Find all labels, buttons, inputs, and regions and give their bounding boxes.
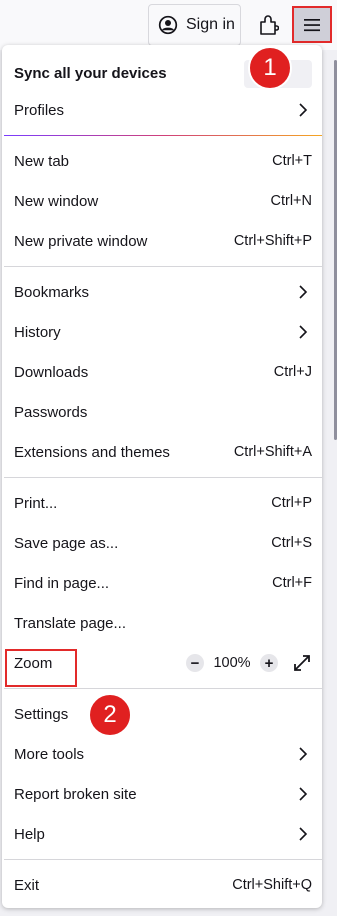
separator	[4, 477, 322, 478]
fullscreen-icon[interactable]	[292, 653, 312, 673]
menu-item-report-broken-site[interactable]: Report broken site	[2, 776, 322, 812]
exit-shortcut: Ctrl+Shift+Q	[232, 877, 312, 893]
app-menu-panel: Sync all your devices Profiles New tab C…	[2, 45, 322, 908]
menu-item-extensions-themes[interactable]: Extensions and themes Ctrl+Shift+A	[2, 434, 322, 470]
settings-highlight-box	[5, 649, 77, 687]
zoom-reset-button[interactable]: 100%	[204, 655, 260, 671]
chevron-right-icon	[299, 103, 308, 117]
separator	[4, 859, 322, 860]
menu-item-downloads[interactable]: Downloads Ctrl+J	[2, 354, 322, 390]
extensions-icon	[260, 15, 279, 35]
separator	[4, 135, 322, 136]
downloads-label: Downloads	[14, 363, 89, 381]
profiles-label: Profiles	[14, 101, 65, 119]
new-window-shortcut: Ctrl+N	[270, 193, 313, 209]
menu-item-find-in-page[interactable]: Find in page... Ctrl+F	[2, 565, 322, 601]
chevron-right-icon	[299, 325, 308, 339]
separator	[4, 688, 322, 689]
settings-label: Settings	[14, 705, 69, 723]
menu-item-new-window[interactable]: New window Ctrl+N	[2, 183, 322, 219]
zoom-in-button[interactable]: +	[260, 654, 278, 672]
find-in-page-label: Find in page...	[14, 574, 110, 592]
chevron-right-icon	[299, 747, 308, 761]
print-label: Print...	[14, 494, 58, 512]
new-tab-label: New tab	[14, 152, 70, 170]
menu-item-profiles[interactable]: Profiles	[2, 92, 322, 128]
help-label: Help	[14, 825, 45, 843]
menu-item-exit[interactable]: Exit Ctrl+Shift+Q	[2, 867, 322, 903]
new-private-window-label: New private window	[14, 232, 148, 250]
new-window-label: New window	[14, 192, 99, 210]
find-in-page-shortcut: Ctrl+F	[272, 575, 312, 591]
menu-item-settings[interactable]: Settings	[2, 696, 322, 732]
new-private-window-shortcut: Ctrl+Shift+P	[233, 233, 312, 249]
step-badge-1: 1	[248, 46, 292, 90]
translate-page-label: Translate page...	[14, 614, 127, 632]
menu-item-translate-page[interactable]: Translate page...	[2, 605, 322, 641]
more-tools-label: More tools	[14, 745, 85, 763]
menu-item-help[interactable]: Help	[2, 816, 322, 852]
extensions-themes-shortcut: Ctrl+Shift+A	[233, 444, 312, 460]
chevron-right-icon	[299, 285, 308, 299]
passwords-label: Passwords	[14, 403, 88, 421]
browser-toolbar: Sign in	[0, 0, 337, 50]
menu-item-history[interactable]: History	[2, 314, 322, 350]
extensions-button[interactable]	[252, 7, 286, 43]
menu-item-print[interactable]: Print... Ctrl+P	[2, 485, 322, 521]
sign-in-label: Sign in	[186, 16, 235, 33]
menu-item-new-tab[interactable]: New tab Ctrl+T	[2, 143, 322, 179]
zoom-out-button[interactable]: −	[186, 654, 204, 672]
sign-in-button[interactable]: Sign in	[148, 4, 241, 46]
save-page-label: Save page as...	[14, 534, 119, 552]
menu-item-new-private-window[interactable]: New private window Ctrl+Shift+P	[2, 223, 322, 259]
menu-item-more-tools[interactable]: More tools	[2, 736, 322, 772]
step-badge-2: 2	[88, 693, 132, 737]
save-page-shortcut: Ctrl+S	[271, 535, 312, 551]
menu-item-bookmarks[interactable]: Bookmarks	[2, 274, 322, 310]
zoom-controls: − 100% +	[186, 653, 312, 673]
history-label: History	[14, 323, 61, 341]
open-menu-button[interactable]	[292, 6, 332, 43]
chevron-right-icon	[299, 787, 308, 801]
hamburger-menu-icon	[304, 18, 320, 31]
exit-label: Exit	[14, 876, 40, 894]
new-tab-shortcut: Ctrl+T	[272, 153, 312, 169]
sync-label: Sync all your devices	[14, 64, 167, 82]
extensions-themes-label: Extensions and themes	[14, 443, 170, 461]
menu-item-passwords[interactable]: Passwords	[2, 394, 322, 430]
chevron-right-icon	[299, 827, 308, 841]
account-icon	[158, 15, 178, 35]
report-broken-site-label: Report broken site	[14, 785, 137, 803]
separator	[4, 266, 322, 267]
menu-item-save-page-as[interactable]: Save page as... Ctrl+S	[2, 525, 322, 561]
bookmarks-label: Bookmarks	[14, 283, 90, 301]
downloads-shortcut: Ctrl+J	[273, 364, 312, 380]
print-shortcut: Ctrl+P	[271, 495, 312, 511]
